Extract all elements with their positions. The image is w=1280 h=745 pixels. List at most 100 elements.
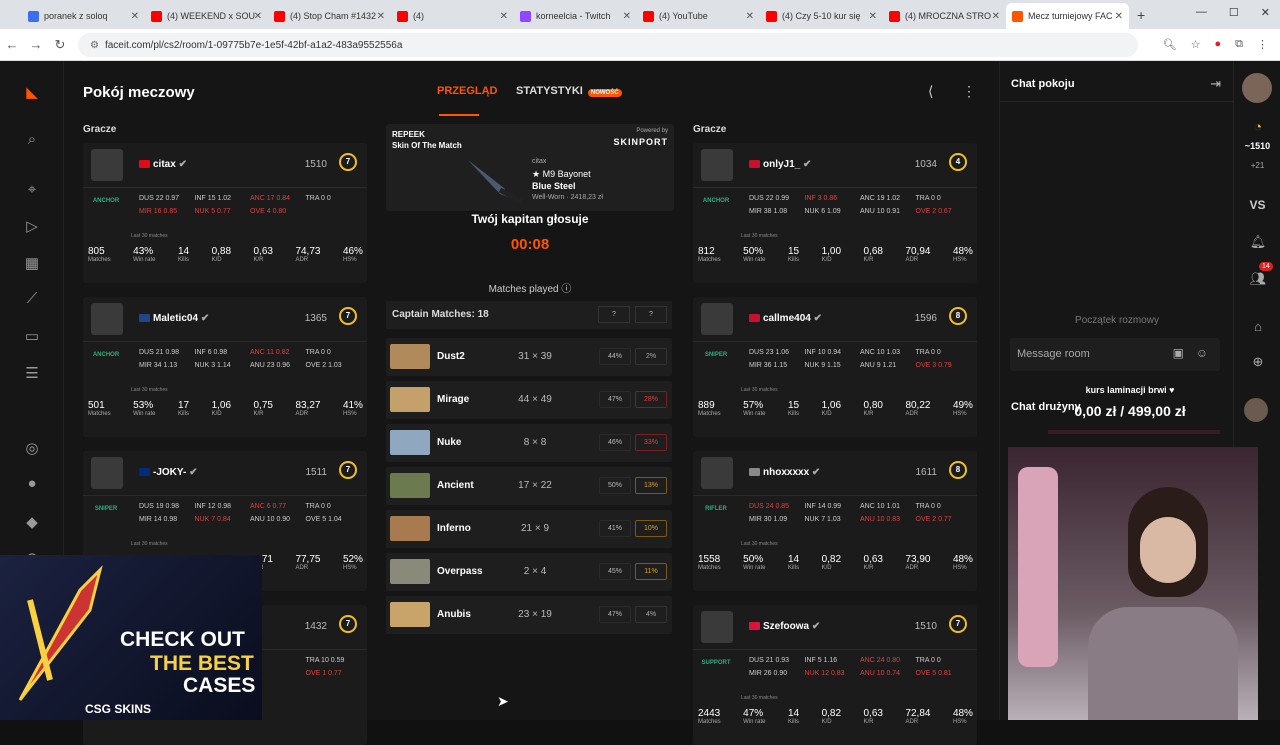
close-tab-icon[interactable]: ✕ [1115, 11, 1123, 22]
player-card[interactable]: Szefoowa ✔ 1510 7 SUPPORT DUS 21 0.93 INF 5 1… [693, 605, 977, 745]
video-icon[interactable]: ▭ [22, 327, 42, 347]
close-tab-icon[interactable]: ✕ [500, 11, 508, 22]
player-name[interactable]: Szefoowa ✔ [749, 621, 820, 632]
map-row[interactable]: Nuke 8 × 8 46% 33% [386, 424, 672, 462]
message-input[interactable]: Message room ▣ ☺ [1010, 338, 1220, 371]
tab-overview[interactable]: PRZEGLĄD [437, 85, 498, 97]
player-card[interactable]: Maletic04 ✔ 1365 7 ANCHOR DUS 21 0.98 INF 6 0… [83, 297, 367, 437]
stat-2: 15 Kills [787, 400, 800, 417]
more-icon[interactable]: ⋮ [962, 83, 976, 100]
map-stat: ANU 10 0.91 [860, 208, 901, 215]
browser-tab[interactable]: (4) Czy 5-10 kur się ✕ [760, 3, 883, 29]
profile-icon[interactable]: ● [22, 475, 42, 495]
player-card[interactable]: nhoxxxxx ✔ 1611 8 RIFLER DUS 24 0.85 INF 14 0… [693, 451, 977, 591]
puzzle-icon[interactable]: ⧉ [1235, 38, 1243, 51]
close-tab-icon[interactable]: ✕ [377, 11, 385, 22]
map-row[interactable]: Dust2 31 × 39 44% 2% [386, 338, 672, 376]
close-tab-icon[interactable]: ✕ [623, 11, 631, 22]
player-avatar[interactable] [701, 149, 733, 181]
map-stat: ANU 9 1.21 [860, 362, 897, 369]
player-avatar[interactable] [701, 457, 733, 489]
player-card[interactable]: onlyJ1_ ✔ 1034 4 ANCHOR DUS 22 0.99 INF 3 0.8… [693, 143, 977, 283]
map-row[interactable]: Mirage 44 × 49 47% 28% [386, 381, 672, 419]
close-tab-icon[interactable]: ✕ [992, 11, 1000, 22]
player-name[interactable]: -JOKY- ✔ [139, 467, 198, 478]
browser-tab[interactable]: (4) ✕ [391, 3, 514, 29]
player-avatar[interactable] [91, 149, 123, 181]
skin-of-the-match[interactable]: REPEEK Skin Of The Match Powered by SKIN… [386, 124, 674, 211]
last-30-label: Last 30 matches [741, 541, 778, 547]
player-name[interactable]: callme404 ✔ [749, 313, 822, 324]
emoji-icon[interactable]: ☺ [1196, 346, 1208, 360]
notification-icon[interactable]: 🔔︎ [1248, 234, 1268, 250]
close-tab-icon[interactable]: ✕ [746, 11, 754, 22]
zoom-icon[interactable]: 🔍︎ [1163, 38, 1177, 51]
browser-tab[interactable]: korneelcia - Twitch ✕ [514, 3, 637, 29]
map-stat: ANC 10 1.03 [860, 349, 901, 356]
collapse-chat-icon[interactable]: ⇥ [1210, 76, 1221, 92]
friends-icon[interactable]: 👥︎ [1248, 271, 1268, 287]
map-row[interactable]: Anubis 23 × 19 47% 4% [386, 596, 672, 634]
browser-tab[interactable]: Mecz turniejowy FAC ✕ [1006, 3, 1129, 29]
map-row[interactable]: Ancient 17 × 22 50% 13% [386, 467, 672, 505]
player-card[interactable]: citax ✔ 1510 7 ANCHOR DUS 22 0.97 INF 15 1.02… [83, 143, 367, 283]
browser-tab[interactable]: (4) MROCZNA STRO ✕ [883, 3, 1006, 29]
team-avatar-icon[interactable]: ◆ [22, 513, 42, 533]
player-card[interactable]: callme404 ✔ 1596 8 SNIPER DUS 23 1.06 INF 10 … [693, 297, 977, 437]
player-avatar[interactable] [91, 457, 123, 489]
close-tab-icon[interactable]: ✕ [131, 11, 139, 22]
browser-tab[interactable]: poranek z soloq ✕ [22, 3, 145, 29]
url-field[interactable]: ⚙ faceit.com/pl/cs2/room/1-09775b7e-1e5f… [78, 33, 1138, 57]
bookmark-star-icon[interactable]: ☆ [1191, 38, 1201, 51]
player-name[interactable]: Maletic04 ✔ [139, 313, 209, 324]
player-avatar[interactable] [701, 303, 733, 335]
user-avatar[interactable] [1242, 73, 1272, 103]
player-elo: 1432 [304, 621, 327, 632]
party-icon[interactable]: ⌂ [1248, 319, 1268, 334]
add-friend-icon[interactable]: ⊕ [1248, 354, 1268, 370]
close-tab-icon[interactable]: ✕ [869, 11, 877, 22]
menu-icon[interactable]: ⋮ [1257, 38, 1268, 51]
window-controls[interactable]: — ☐ ✕ [1196, 6, 1270, 19]
close-tab-icon[interactable]: ✕ [254, 11, 262, 22]
stat-3: 0,82 K/D [821, 708, 842, 725]
stat-3: 1,00K/D [821, 246, 842, 263]
donation-progress [1048, 430, 1220, 434]
map-stat: ANC 24 0.80 [860, 657, 901, 664]
play-icon[interactable]: ▷ [22, 217, 42, 237]
map-row[interactable]: Overpass 2 × 4 45% 11% [386, 553, 672, 591]
tab-statistics[interactable]: STATYSTYKI NOWOŚĆ [516, 85, 622, 97]
faceit-logo-icon[interactable]: ◣ [22, 83, 42, 103]
find-player-icon[interactable]: ⌖ [22, 181, 42, 201]
image-icon[interactable]: ▣ [1173, 346, 1184, 360]
reload-icon[interactable]: ↻ [48, 37, 72, 53]
map-row[interactable]: Inferno 21 × 9 41% 10% [386, 510, 672, 548]
map-stat: TRA 0 0 [305, 349, 331, 356]
stat-4: 0,68 K/R [863, 246, 883, 263]
graph-icon[interactable]: ⟋ [22, 290, 42, 310]
back-icon[interactable]: ← [0, 37, 24, 52]
support-icon[interactable]: ◎ [22, 439, 42, 459]
list-icon[interactable]: ☰ [22, 364, 42, 384]
player-name[interactable]: onlyJ1_ ✔ [749, 159, 811, 170]
player-avatar[interactable] [91, 303, 123, 335]
share-icon[interactable]: ⟨ [928, 83, 933, 100]
browser-tab[interactable]: (4) YouTube ✕ [637, 3, 760, 29]
map-thumbnail [390, 516, 430, 541]
friend-avatar[interactable] [1244, 398, 1268, 422]
skill-level-icon: 7 [339, 153, 357, 171]
site-info-icon[interactable]: ⚙ [90, 40, 99, 51]
search-icon[interactable]: ⌕ [22, 131, 42, 151]
info-icon[interactable]: ⓘ [561, 284, 571, 295]
versus-icon[interactable]: VS [1234, 198, 1280, 212]
player-name[interactable]: citax ✔ [139, 159, 187, 170]
country-flag-icon [749, 622, 760, 631]
browser-tab[interactable]: (4) Stop Cham #1432 ✕ [268, 3, 391, 29]
forward-icon[interactable]: → [24, 37, 48, 52]
browser-tab[interactable]: (4) WEEKEND x SOU ✕ [145, 3, 268, 29]
extension-icon[interactable]: ● [1214, 38, 1221, 51]
player-name[interactable]: nhoxxxxx ✔ [749, 467, 820, 478]
player-avatar[interactable] [701, 611, 733, 643]
stats-icon[interactable]: ▦ [22, 254, 42, 274]
new-tab-icon[interactable]: + [1137, 7, 1145, 23]
